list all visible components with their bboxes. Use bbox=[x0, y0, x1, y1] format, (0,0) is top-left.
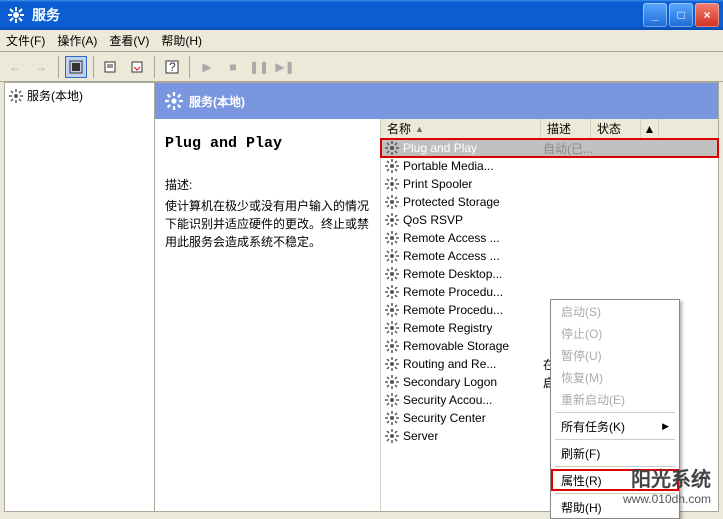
description-label: 描述: bbox=[165, 176, 370, 193]
service-name: Remote Access ... bbox=[403, 249, 500, 263]
service-name: Remote Registry bbox=[403, 321, 492, 335]
ctx-all-tasks[interactable]: 所有任务(K)▶ bbox=[551, 415, 679, 437]
right-pane: 服务(本地) Plug and Play 描述: 使计算机在极少或没有用户输入的… bbox=[155, 83, 718, 511]
play-button: ▶ bbox=[196, 56, 218, 78]
submenu-arrow-icon: ▶ bbox=[662, 421, 669, 432]
service-name: Secondary Logon bbox=[403, 375, 497, 389]
list-item[interactable]: Print Spooler bbox=[381, 175, 718, 193]
scroll-up-button[interactable]: ▲ bbox=[641, 119, 659, 138]
list-item[interactable]: QoS RSVP bbox=[381, 211, 718, 229]
help-toolbar-button[interactable]: ? bbox=[161, 56, 183, 78]
tree-pane: 服务(本地) bbox=[5, 83, 155, 511]
list-item[interactable]: Remote Desktop... bbox=[381, 265, 718, 283]
services-icon bbox=[8, 7, 24, 23]
export-button[interactable] bbox=[126, 56, 148, 78]
ctx-stop: 停止(O) bbox=[551, 322, 679, 344]
menu-file[interactable]: 文件(F) bbox=[6, 32, 45, 49]
description-text: 使计算机在极少或没有用户输入的情况下能识别并适应硬件的更改。终止或禁用此服务会造… bbox=[165, 197, 370, 251]
properties-toolbar-button[interactable] bbox=[100, 56, 122, 78]
ctx-resume: 恢复(M) bbox=[551, 366, 679, 388]
pane-title: 服务(本地) bbox=[189, 93, 245, 110]
service-name: Remote Procedu... bbox=[403, 285, 503, 299]
list-item[interactable]: Portable Media... bbox=[381, 157, 718, 175]
tree-root[interactable]: 服务(本地) bbox=[9, 87, 150, 104]
service-name: Server bbox=[403, 429, 438, 443]
list-item[interactable]: Remote Access ... bbox=[381, 229, 718, 247]
ctx-properties[interactable]: 属性(R) bbox=[551, 469, 679, 491]
menubar: 文件(F) 操作(A) 查看(V) 帮助(H) bbox=[0, 30, 723, 52]
separator bbox=[93, 56, 94, 78]
back-button: ← bbox=[4, 56, 26, 78]
maximize-button[interactable]: □ bbox=[669, 3, 693, 27]
column-name[interactable]: 名称▲ bbox=[381, 119, 541, 138]
up-button[interactable] bbox=[65, 56, 87, 78]
stop-toolbar-button: ■ bbox=[222, 56, 244, 78]
selected-service-name: Plug and Play bbox=[165, 135, 370, 152]
ctx-refresh[interactable]: 刷新(F) bbox=[551, 442, 679, 464]
separator bbox=[555, 493, 675, 494]
list-item[interactable]: Protected Storage bbox=[381, 193, 718, 211]
separator bbox=[555, 439, 675, 440]
list-item[interactable]: Remote Access ... bbox=[381, 247, 718, 265]
client-area: 服务(本地) 服务(本地) Plug and Play 描述: 使计算机在极少或… bbox=[4, 82, 719, 512]
ctx-pause: 暂停(U) bbox=[551, 344, 679, 366]
service-name: Routing and Re... bbox=[403, 357, 496, 371]
separator bbox=[154, 56, 155, 78]
menu-view[interactable]: 查看(V) bbox=[109, 32, 149, 49]
tree-root-label: 服务(本地) bbox=[27, 87, 83, 104]
close-button[interactable]: × bbox=[695, 3, 719, 27]
window-title: 服务 bbox=[28, 5, 641, 25]
separator bbox=[555, 466, 675, 467]
gear-icon bbox=[165, 92, 183, 110]
column-desc[interactable]: 描述 bbox=[541, 119, 591, 138]
gear-icon bbox=[9, 89, 23, 103]
detail-panel: Plug and Play 描述: 使计算机在极少或没有用户输入的情况下能识别并… bbox=[155, 119, 380, 511]
ctx-restart: 重新启动(E) bbox=[551, 388, 679, 410]
service-name: QoS RSVP bbox=[403, 213, 463, 227]
service-name: Print Spooler bbox=[403, 177, 472, 191]
ctx-help[interactable]: 帮助(H) bbox=[551, 496, 679, 518]
minimize-button[interactable]: _ bbox=[643, 3, 667, 27]
pane-header: 服务(本地) bbox=[155, 83, 718, 119]
window-titlebar: 服务 _ □ × bbox=[0, 0, 723, 30]
column-status[interactable]: 状态 bbox=[591, 119, 641, 138]
pause-toolbar-button: ❚❚ bbox=[248, 56, 270, 78]
service-name: Remote Access ... bbox=[403, 231, 500, 245]
separator bbox=[58, 56, 59, 78]
menu-help[interactable]: 帮助(H) bbox=[161, 32, 202, 49]
svg-text:?: ? bbox=[169, 60, 176, 74]
separator bbox=[189, 56, 190, 78]
service-name: Removable Storage bbox=[403, 339, 509, 353]
service-name: Security Accou... bbox=[403, 393, 492, 407]
service-status: 自动(已... bbox=[543, 140, 593, 157]
forward-button: → bbox=[30, 56, 52, 78]
ctx-start: 启动(S) bbox=[551, 300, 679, 322]
service-name: Remote Desktop... bbox=[403, 267, 502, 281]
toolbar: ← → ? ▶ ■ ❚❚ ▶❚ bbox=[0, 52, 723, 82]
service-name: Protected Storage bbox=[403, 195, 500, 209]
service-name: Remote Procedu... bbox=[403, 303, 503, 317]
menu-action[interactable]: 操作(A) bbox=[57, 32, 97, 49]
service-name: Portable Media... bbox=[403, 159, 494, 173]
pane-body: Plug and Play 描述: 使计算机在极少或没有用户输入的情况下能识别并… bbox=[155, 119, 718, 511]
list-header: 名称▲ 描述 状态 ▲ bbox=[381, 119, 718, 139]
separator bbox=[555, 412, 675, 413]
service-name: Security Center bbox=[403, 411, 486, 425]
list-item[interactable]: Plug and Play 自动(已... bbox=[381, 139, 718, 157]
sort-indicator-icon: ▲ bbox=[415, 124, 424, 134]
restart-toolbar-button: ▶❚ bbox=[274, 56, 296, 78]
context-menu: 启动(S) 停止(O) 暂停(U) 恢复(M) 重新启动(E) 所有任务(K)▶… bbox=[550, 299, 680, 519]
service-name: Plug and Play bbox=[403, 141, 477, 155]
